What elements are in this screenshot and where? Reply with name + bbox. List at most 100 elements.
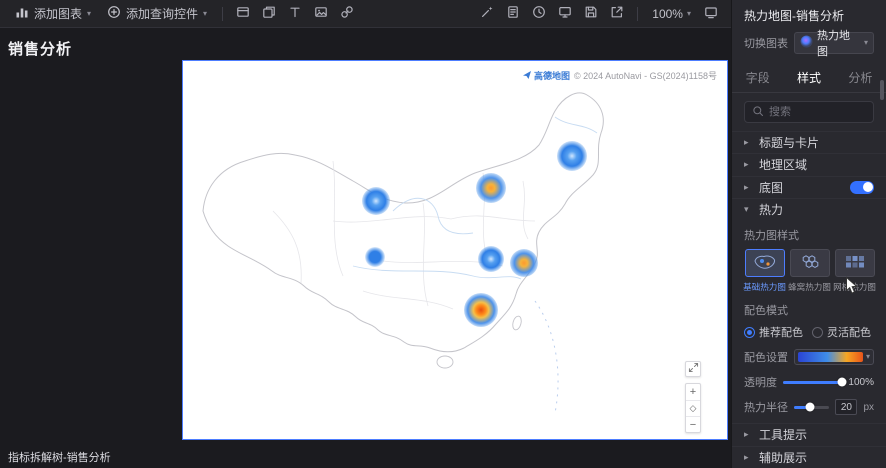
heat-style-grid-label: 网格热力图	[833, 282, 876, 293]
search-box[interactable]	[744, 101, 874, 123]
chevron-right-icon: ▸	[744, 181, 749, 192]
screen-icon	[704, 5, 718, 22]
preview-button[interactable]	[553, 3, 577, 25]
radius-slider-knob[interactable]	[805, 402, 815, 412]
amap-brand: 高德地图	[522, 69, 570, 82]
map-locate-button[interactable]: ◇	[686, 400, 700, 416]
china-map	[202, 92, 604, 414]
panel-tabs: 字段 样式 分析	[732, 62, 886, 93]
opacity-label: 透明度	[744, 377, 777, 390]
section-tooltip-label: 工具提示	[759, 428, 808, 443]
map-attribution: 高德地图 © 2024 AutoNavi - GS(2024)1158号	[522, 69, 717, 82]
tab-widget-button[interactable]	[257, 3, 281, 25]
section-base-map[interactable]: ▸ 底图	[732, 175, 886, 198]
heat-style-grid[interactable]: 网格热力图	[833, 249, 876, 293]
section-heat[interactable]: ▾ 热力	[732, 197, 886, 220]
zoom-value: 100%	[652, 6, 683, 21]
add-chart-label: 添加图表	[34, 7, 83, 21]
history-button[interactable]	[527, 3, 551, 25]
chevron-right-icon: ▸	[744, 429, 749, 440]
workspace-column: 添加图表 ▾ 添加查询控件 ▾ 100% ▾ 销售分析 高德地图 © 2024 …	[0, 0, 731, 468]
heat-settings: 热力图样式 基础热力图 蜂窝热力图 网格热力图 配色模式 推荐配色 灵活配色 配…	[732, 220, 886, 423]
document-button[interactable]	[501, 3, 525, 25]
top-toolbar: 添加图表 ▾ 添加查询控件 ▾ 100% ▾	[0, 0, 731, 28]
dashboard-canvas[interactable]: 销售分析 高德地图 © 2024 AutoNavi - GS(2024)1158…	[0, 28, 731, 468]
color-mode-options: 推荐配色 灵活配色	[744, 324, 874, 340]
tab-analysis[interactable]: 分析	[835, 62, 886, 92]
text-widget-button[interactable]	[283, 3, 307, 25]
attribution-text: © 2024 AutoNavi - GS(2024)1158号	[573, 71, 717, 81]
plus-circle-icon	[107, 5, 121, 22]
panel-scrollbar-thumb[interactable]	[880, 80, 884, 100]
image-widget-button[interactable]	[309, 3, 333, 25]
ai-assistant-button[interactable]	[475, 3, 499, 25]
search-icon	[752, 105, 764, 120]
radius-unit: px	[863, 401, 874, 413]
opacity-slider[interactable]	[783, 377, 847, 387]
image-icon	[314, 5, 328, 22]
publish-button[interactable]	[605, 3, 629, 25]
tabs-icon	[262, 5, 276, 22]
add-query-control-label: 添加查询控件	[126, 7, 199, 21]
caret-down-icon: ▾	[865, 352, 870, 362]
heatmap-chart[interactable]: 高德地图 © 2024 AutoNavi - GS(2024)1158号 + ◇…	[182, 60, 728, 440]
tab-fields[interactable]: 字段	[732, 62, 783, 92]
amap-logo-icon	[522, 70, 532, 82]
heat-style-honeycomb-thumb[interactable]	[789, 249, 830, 278]
color-gradient-select[interactable]: ▾	[794, 349, 874, 366]
chevron-down-icon: ▾	[744, 204, 749, 215]
link-widget-button[interactable]	[335, 3, 359, 25]
section-title-card[interactable]: ▸ 标题与卡片	[732, 131, 886, 153]
color-setting-row: 配色设置 ▾	[744, 349, 874, 366]
config-panel: 热力地图-销售分析 切换图表 热力地图 ▾ 字段 样式 分析 ▸ 标题与卡片	[731, 0, 886, 468]
color-mode-label: 配色模式	[744, 305, 788, 318]
chevron-right-icon: ▸	[744, 159, 749, 170]
radius-input[interactable]	[835, 399, 858, 416]
section-geo-area[interactable]: ▸ 地理区域	[732, 153, 886, 175]
text-icon	[288, 5, 302, 22]
heat-style-grid-thumb[interactable]	[834, 249, 875, 278]
heat-style-basic[interactable]: 基础热力图	[743, 249, 786, 293]
radius-row: 热力半径 px	[744, 399, 874, 416]
color-gradient-bar	[798, 352, 863, 363]
fullscreen-button[interactable]	[699, 3, 723, 25]
heat-style-honeycomb[interactable]: 蜂窝热力图	[788, 249, 831, 293]
zoom-select[interactable]: 100% ▾	[646, 5, 697, 23]
add-query-control-button[interactable]: 添加查询控件 ▾	[100, 2, 214, 25]
tab-style[interactable]: 样式	[783, 62, 834, 92]
opacity-slider-knob[interactable]	[837, 377, 847, 387]
next-chart-label[interactable]: 指标拆解树-销售分析	[8, 449, 111, 465]
toolbar-divider	[637, 6, 639, 21]
heat-style-options: 基础热力图 蜂窝热力图 网格热力图	[743, 249, 876, 293]
container-button[interactable]	[231, 3, 255, 25]
color-mode-recommended-label: 推荐配色	[759, 327, 803, 340]
section-geo-area-label: 地理区域	[759, 158, 808, 173]
save-button[interactable]	[579, 3, 603, 25]
section-tooltip[interactable]: ▸ 工具提示	[732, 423, 886, 445]
section-base-map-label: 底图	[759, 180, 784, 195]
caret-down-icon: ▾	[87, 8, 92, 18]
radio-selected-icon	[744, 326, 755, 338]
switch-chart-label: 切换图表	[744, 38, 788, 50]
heat-style-honeycomb-label: 蜂窝热力图	[788, 282, 831, 293]
color-mode-flexible-label: 灵活配色	[827, 327, 871, 340]
opacity-value: 100%	[848, 376, 874, 388]
color-mode-recommended[interactable]: 推荐配色	[744, 324, 803, 340]
heatmap-chart-icon	[800, 35, 813, 51]
heat-style-basic-thumb[interactable]	[744, 249, 785, 278]
map-zoom-out-button[interactable]: −	[686, 416, 700, 432]
chevron-right-icon: ▸	[744, 137, 749, 148]
chart-type-select[interactable]: 热力地图 ▾	[794, 30, 874, 58]
map-zoom-in-button[interactable]: +	[686, 384, 700, 400]
radius-label: 热力半径	[744, 402, 788, 415]
add-chart-button[interactable]: 添加图表 ▾	[8, 2, 98, 25]
radius-slider[interactable]	[794, 402, 830, 412]
search-input[interactable]	[769, 106, 866, 118]
map-expand-button[interactable]	[685, 361, 701, 377]
honeycomb-heatmap-thumb-icon	[798, 253, 822, 274]
chart-type-value: 热力地图	[817, 30, 850, 58]
section-aux-display-label: 辅助展示	[759, 450, 808, 465]
color-mode-flexible[interactable]: 灵活配色	[812, 324, 871, 340]
base-map-toggle[interactable]	[850, 180, 874, 194]
section-aux-display[interactable]: ▸ 辅助展示	[732, 445, 886, 468]
